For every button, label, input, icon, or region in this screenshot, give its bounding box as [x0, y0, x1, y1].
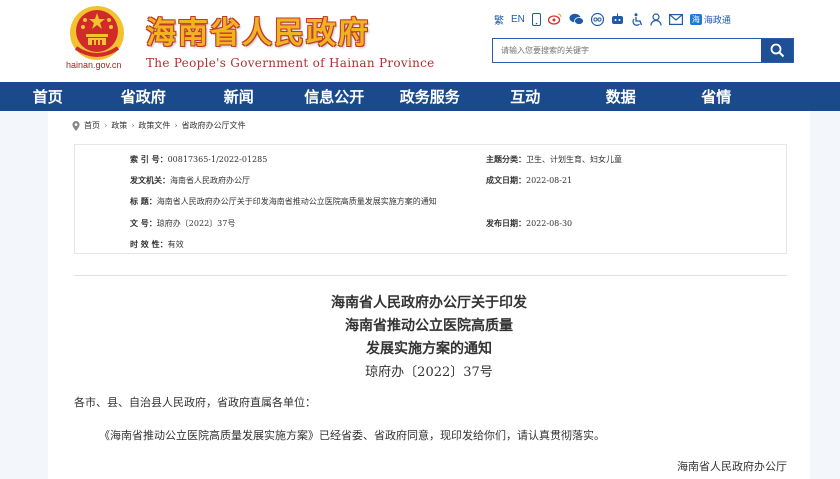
nav-item-government[interactable]: 省政府: [96, 82, 192, 111]
traditional-chinese-link[interactable]: 繁: [494, 12, 504, 27]
breadcrumb-policy[interactable]: 政策: [111, 120, 127, 131]
nav-item-data[interactable]: 数据: [573, 82, 669, 111]
app-badge-icon: 海: [689, 13, 702, 25]
app-badge-label: 海政通: [703, 14, 731, 25]
accessibility-icon[interactable]: [631, 12, 643, 26]
site-subtitle: The People's Government of Hainan Provin…: [146, 56, 435, 70]
mini-program-icon[interactable]: [590, 12, 604, 26]
breadcrumb-separator: ›: [104, 121, 108, 130]
document-signature: 海南省人民政府办公厅: [677, 460, 787, 473]
site-header: hainan.gov.cn 海南省人民政府 The People's Gover…: [0, 0, 840, 82]
wechat-icon[interactable]: [569, 12, 584, 26]
breadcrumb-office-docs[interactable]: 省政府办公厅文件: [182, 120, 246, 131]
search-icon: [770, 43, 784, 58]
breadcrumb: 首页 › 政策 › 政策文件 › 省政府办公厅文件: [72, 120, 246, 131]
document-title-line-2: 海南省推动公立医院高质量: [345, 318, 513, 334]
meta-issuer-value: 海南省人民政府办公厅: [170, 176, 250, 185]
meta-written-date: 成文日期：2022-08-21: [486, 175, 572, 186]
meta-issuer-label: 发文机关：: [130, 175, 170, 185]
utility-toolbar: 繁 EN 海 海政通: [494, 11, 731, 27]
meta-validity-label: 时 效 性：: [130, 239, 168, 249]
nav-item-news[interactable]: 新闻: [191, 82, 287, 111]
document-metadata-table: 索 引 号：00817365-1/2022-01285 主题分类：卫生、计划生育…: [74, 144, 787, 254]
site-domain: hainan.gov.cn: [66, 60, 122, 70]
meta-validity: 时 效 性：有效: [130, 239, 184, 250]
meta-category: 主题分类：卫生、计划生育、妇女儿童: [486, 154, 622, 165]
breadcrumb-separator: ›: [131, 121, 135, 130]
meta-publish-label: 发布日期：: [486, 218, 526, 228]
weibo-icon[interactable]: [547, 12, 562, 26]
document-title-line-3: 发展实施方案的通知: [366, 341, 492, 357]
meta-doc-number: 文 号：琼府办〔2022〕37号: [130, 218, 235, 229]
nav-item-province-info[interactable]: 省情: [669, 82, 765, 111]
meta-category-value: 卫生、计划生育、妇女儿童: [526, 155, 622, 164]
search-input[interactable]: [493, 39, 761, 62]
content-divider: [74, 275, 787, 276]
nav-item-interaction[interactable]: 互动: [478, 82, 574, 111]
document-body: 《海南省推动公立医院高质量发展实施方案》已经省委、省政府同意，现印发给你们，请认…: [99, 429, 605, 442]
english-link[interactable]: EN: [511, 12, 525, 26]
search-button[interactable]: [761, 39, 793, 62]
meta-title-value: 海南省人民政府办公厅关于印发海南省推动公立医院高质量发展实施方案的通知: [156, 197, 437, 206]
meta-category-label: 主题分类：: [486, 154, 526, 164]
meta-publish-date: 发布日期：2022-08-30: [486, 218, 572, 229]
meta-docno-label: 文 号：: [130, 218, 157, 228]
national-emblem-icon[interactable]: [66, 4, 128, 62]
mail-icon[interactable]: [668, 12, 683, 26]
document-number: 琼府办〔2022〕37号: [365, 365, 493, 380]
nav-item-home[interactable]: 首页: [0, 82, 96, 111]
meta-index-value: 00817365-1/2022-01285: [167, 155, 268, 164]
breadcrumb-policy-docs[interactable]: 政策文件: [138, 120, 170, 131]
meta-validity-value: 有效: [167, 240, 184, 249]
meta-written-value: 2022-08-21: [526, 176, 573, 185]
meta-title-label: 标 题：: [130, 196, 157, 206]
main-nav: 首页 省政府 新闻 信息公开 政务服务 互动 数据 省情: [0, 82, 840, 111]
breadcrumb-home[interactable]: 首页: [84, 120, 100, 131]
app-badge[interactable]: 海 海政通: [689, 12, 731, 26]
search-box: [492, 38, 794, 63]
nav-item-services[interactable]: 政务服务: [382, 82, 478, 111]
nav-item-info-disclosure[interactable]: 信息公开: [287, 82, 383, 111]
meta-issuer: 发文机关：海南省人民政府办公厅: [130, 175, 250, 186]
meta-index: 索 引 号：00817365-1/2022-01285: [130, 154, 267, 165]
user-icon[interactable]: [650, 12, 662, 26]
breadcrumb-separator: ›: [174, 121, 178, 130]
meta-publish-value: 2022-08-30: [526, 219, 573, 228]
meta-written-label: 成文日期：: [486, 175, 526, 185]
content-panel: 首页 › 政策 › 政策文件 › 省政府办公厅文件 索 引 号：00817365…: [48, 111, 810, 479]
mobile-icon[interactable]: [531, 12, 541, 26]
robot-icon[interactable]: [611, 12, 624, 26]
meta-title: 标 题：海南省人民政府办公厅关于印发海南省推动公立医院高质量发展实施方案的通知: [130, 196, 437, 207]
meta-index-label: 索 引 号：: [130, 154, 168, 164]
document-title-line-1: 海南省人民政府办公厅关于印发: [331, 295, 527, 311]
site-title[interactable]: 海南省人民政府: [146, 8, 370, 52]
location-pin-icon: [72, 120, 80, 131]
meta-docno-value: 琼府办〔2022〕37号: [156, 219, 236, 228]
document-salutation: 各市、县、自治县人民政府，省政府直属各单位：: [74, 396, 316, 409]
